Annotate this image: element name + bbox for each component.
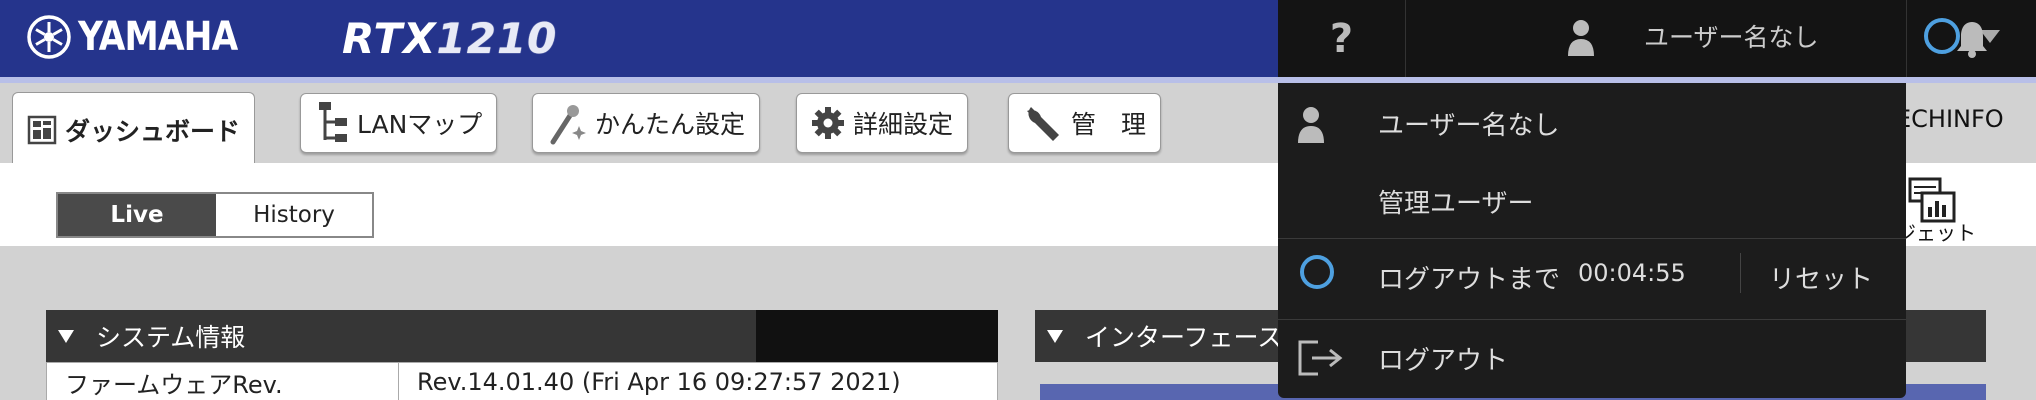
model-number: 1210 — [436, 14, 558, 63]
session-timer-icon — [1300, 255, 1334, 289]
tab-management[interactable]: 管 理 — [1008, 93, 1162, 153]
user-icon — [1298, 107, 1324, 143]
menu-user-name: ユーザー名なし — [1378, 111, 1560, 141]
help-button[interactable]: ? — [1278, 0, 1406, 77]
wrench-icon — [1027, 107, 1059, 141]
yamaha-logo[interactable]: YAMAHA — [26, 14, 263, 60]
model-name: RTX1210 — [342, 14, 557, 63]
tab-label: ダッシュボード — [65, 116, 241, 146]
logout-timer-value: 00:04:55 — [1578, 259, 1686, 287]
bell-icon — [1956, 21, 1987, 58]
history-toggle-button[interactable]: History — [216, 194, 372, 236]
reset-timer-button[interactable]: リセット — [1736, 259, 1906, 296]
menu-user-role-row: 管理ユーザー — [1278, 163, 1906, 235]
collapse-triangle-icon — [58, 329, 74, 343]
tab-label: かんたん設定 — [595, 110, 746, 139]
menu-logout-timer-row: ログアウトまで 00:04:55 リセット — [1278, 239, 1906, 319]
system-info-table: ファームウェアRev. Rev.14.01.40 (Fri Apr 16 09:… — [46, 362, 998, 400]
magic-wand-icon — [550, 105, 586, 145]
tab-easy-setup[interactable]: かんたん設定 — [532, 93, 761, 153]
logout-menu-item[interactable]: ログアウト — [1278, 320, 1906, 398]
tab-label: 管 理 — [1071, 110, 1147, 139]
table-cell-value: Rev.14.01.40 (Fri Apr 16 09:27:57 2021) — [417, 368, 901, 396]
yamaha-tuning-fork-icon — [27, 15, 71, 59]
user-icon — [1568, 20, 1594, 56]
logout-timer-label: ログアウトまで — [1378, 265, 1561, 295]
view-toggle: Live History — [56, 192, 374, 238]
menu-user-role: 管理ユーザー — [1378, 189, 1534, 219]
header-user-name: ユーザー名なし — [1644, 23, 1819, 52]
tab-label: 詳細設定 — [853, 110, 954, 139]
logout-label: ログアウト — [1378, 346, 1509, 376]
model-prefix: RTX — [342, 14, 437, 63]
lanmap-icon — [319, 102, 347, 142]
techinfo-link[interactable]: ECHINFO — [1896, 105, 2004, 133]
system-info-panel-header[interactable]: システム情報 — [46, 310, 998, 362]
panel-header-shade — [756, 310, 998, 362]
live-toggle-button[interactable]: Live — [58, 194, 216, 236]
collapse-triangle-icon — [1047, 329, 1063, 343]
logout-icon — [1298, 340, 1343, 376]
tab-lanmap[interactable]: LANマップ — [300, 93, 498, 153]
notifications-button[interactable] — [1906, 0, 2036, 77]
menu-user-name-row: ユーザー名なし — [1278, 83, 1906, 163]
widget-label: ジェット — [1896, 221, 1976, 245]
gear-icon — [812, 107, 844, 139]
tab-label: LANマップ — [357, 110, 483, 139]
tab-advanced-settings[interactable]: 詳細設定 — [796, 93, 969, 153]
table-cell-key: ファームウェアRev. — [47, 363, 399, 400]
panel-title: インターフェース — [1085, 323, 1283, 352]
user-dropdown-menu: ユーザー名なし 管理ユーザー ログアウトまで 00:04:55 リセット ログア… — [1278, 83, 1906, 398]
brand-name: YAMAHA — [78, 14, 238, 60]
dashboard-icon — [27, 115, 57, 144]
panel-title: システム情報 — [96, 323, 246, 352]
tab-dashboard[interactable]: ダッシュボード — [12, 92, 256, 166]
